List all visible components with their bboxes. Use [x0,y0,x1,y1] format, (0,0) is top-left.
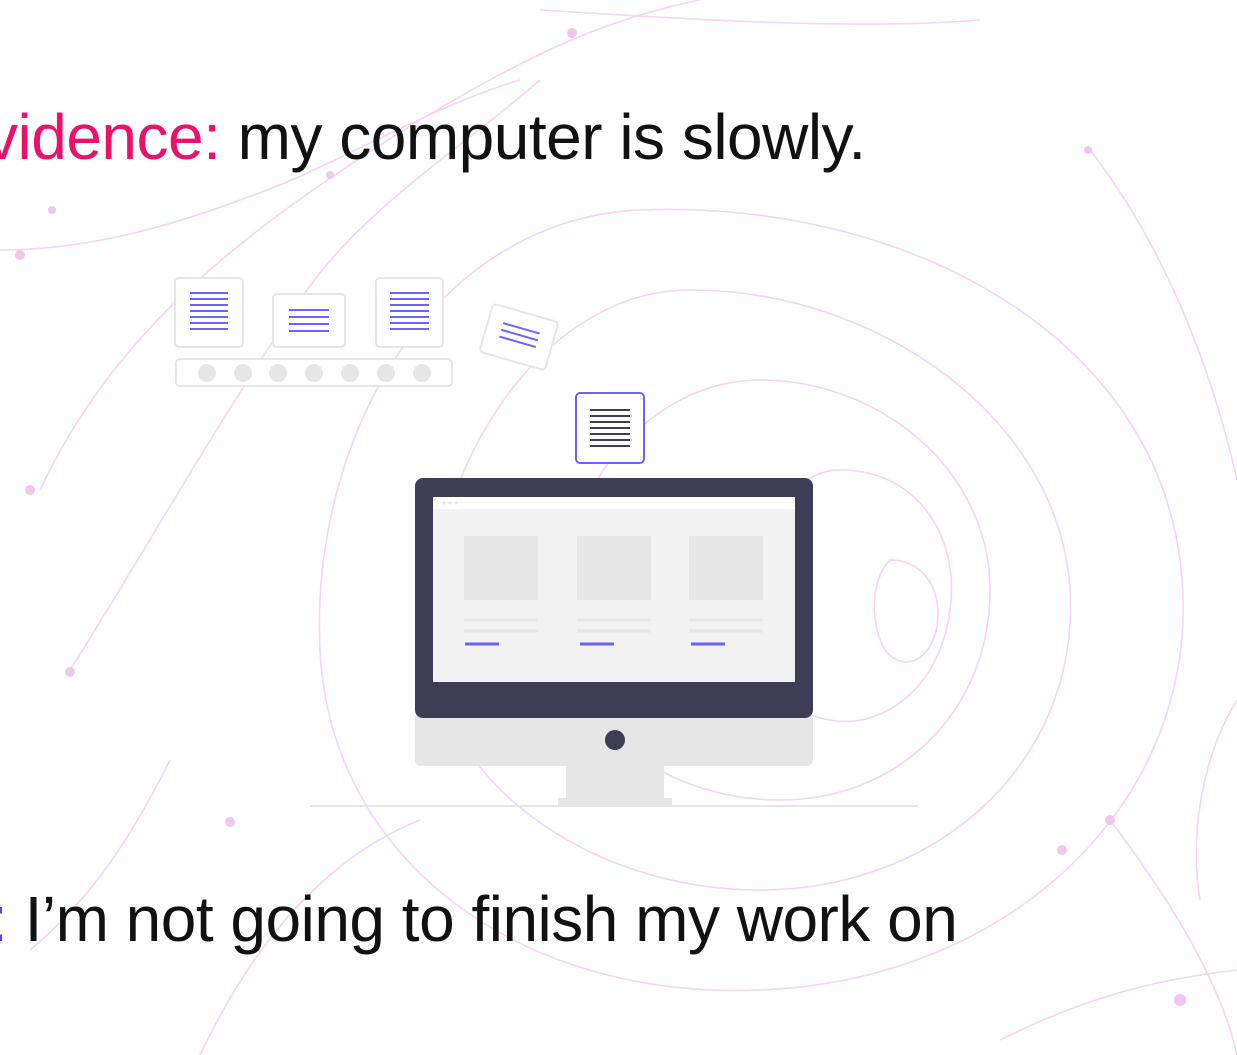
evidence-text: my computer is slowly. [220,101,866,173]
evidence-line: vidence: my computer is slowly. [0,100,866,174]
document-icon [174,277,244,348]
document-icon [375,277,444,348]
document-icon [272,293,346,348]
conveyor-belt [175,358,453,387]
tilted-document-icon [479,303,559,371]
conclusion-text: I’m not going to finish my work on [7,883,958,955]
conclusion-line: : I’m not going to finish my work on [0,882,958,956]
evidence-label: vidence: [0,101,221,173]
document-icon [575,392,645,464]
monitor [310,478,918,807]
power-button-icon [605,730,625,750]
